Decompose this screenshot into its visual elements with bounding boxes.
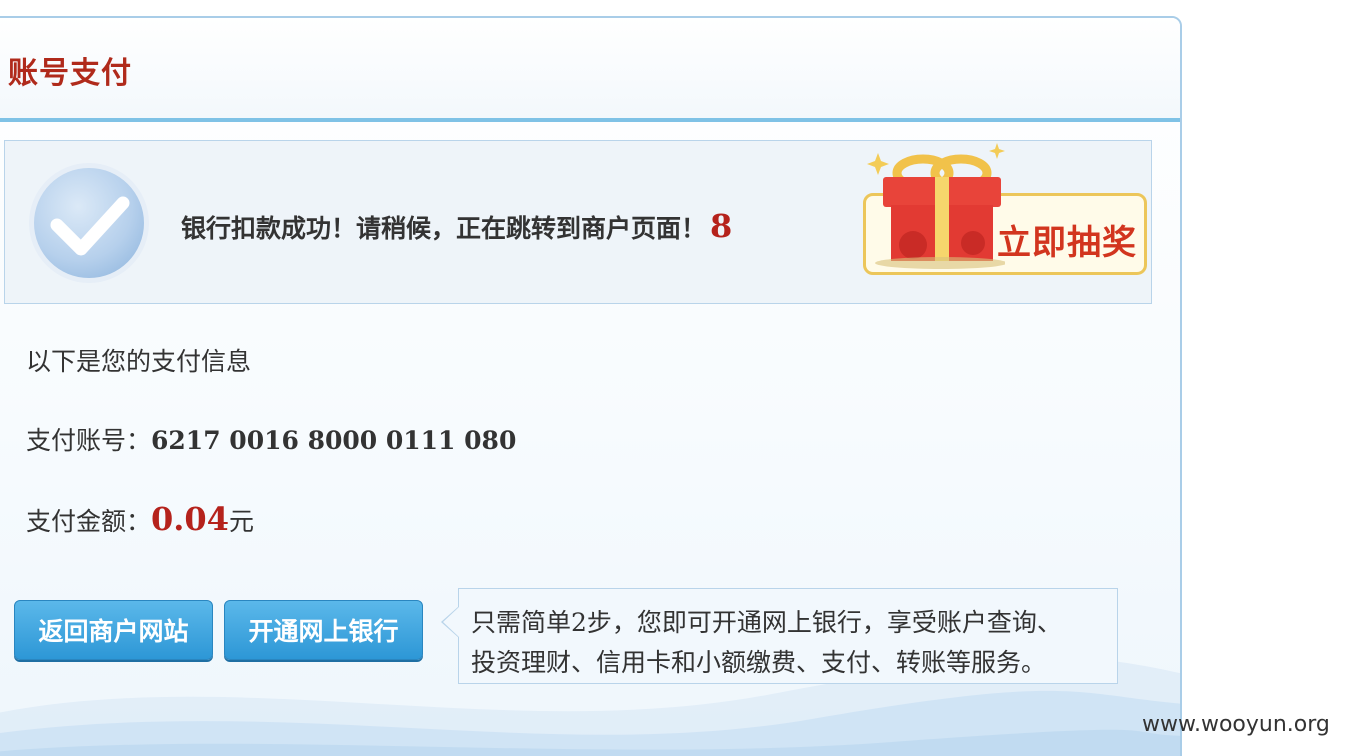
account-number: 6217 0016 8000 0111 080 <box>151 426 517 455</box>
watermark: www.wooyun.org <box>1142 712 1330 737</box>
lottery-label: 立即抽奖 <box>997 223 1137 263</box>
redirect-message-text: 银行扣款成功！请稍候，正在跳转到商户页面！ <box>181 214 707 243</box>
countdown-number: 8 <box>710 207 733 245</box>
payment-amount-row: 支付金额：0.04元 <box>26 500 254 538</box>
tip-line-1: 只需简单2步，您即可开通网上银行，享受账户查询、 <box>471 608 1062 637</box>
tip-line-2: 投资理财、信用卡和小额缴费、支付、转账等服务。 <box>471 648 1047 677</box>
amount-unit: 元 <box>228 507 254 536</box>
success-notice: 银行扣款成功！请稍候，正在跳转到商户页面！ 8 立即抽奖 <box>4 140 1152 304</box>
payment-info-intro: 以下是您的支付信息 <box>26 347 252 376</box>
online-banking-tip: 只需简单2步，您即可开通网上银行，享受账户查询、 投资理财、信用卡和小额缴费、支… <box>458 588 1118 684</box>
tip-arrow-fill <box>443 607 459 637</box>
open-online-banking-button[interactable]: 开通网上银行 <box>224 600 423 660</box>
return-merchant-button[interactable]: 返回商户网站 <box>14 600 213 660</box>
payment-account-row: 支付账号：6217 0016 8000 0111 080 <box>26 421 516 457</box>
panel-header: 账号支付 <box>0 18 1180 122</box>
gift-box-icon <box>867 143 1005 269</box>
amount-value: 0.04 <box>151 500 229 538</box>
page-title: 账号支付 <box>8 56 132 91</box>
amount-label: 支付金额： <box>26 507 152 536</box>
lottery-button[interactable]: 立即抽奖 <box>857 143 1151 283</box>
account-label: 支付账号： <box>26 426 152 455</box>
check-circle-icon <box>27 161 151 285</box>
redirect-message: 银行扣款成功！请稍候，正在跳转到商户页面！ 8 <box>181 207 732 245</box>
